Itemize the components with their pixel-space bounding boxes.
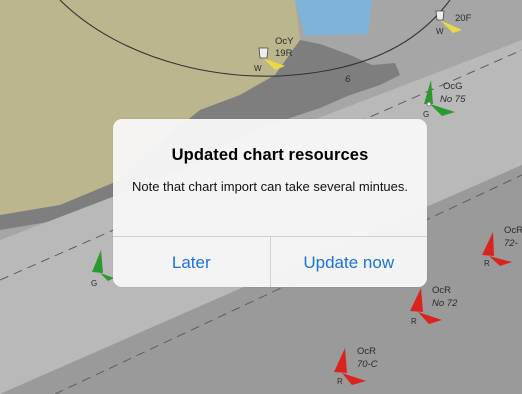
buoy-light-label: OcR — [357, 346, 376, 357]
alert-title: Updated chart resources — [171, 146, 369, 164]
buoy-number-label: No 75 — [440, 94, 466, 105]
buoy-number-label: 19R — [275, 48, 293, 59]
buoy-light-label: OcR — [432, 285, 451, 296]
buoy-color-code: W — [254, 64, 262, 73]
buoy-color-code: G — [91, 279, 97, 288]
buoy-number-label: 20F — [455, 13, 472, 24]
update-alert-dialog: Updated chart resources Note that chart … — [113, 119, 427, 287]
buoy-light-label: OcY — [275, 36, 294, 47]
alert-body: Updated chart resources Note that chart … — [113, 119, 427, 236]
buoy-color-code: R — [484, 259, 490, 268]
buoy-light-label: OcR — [504, 225, 522, 236]
buoy-color-code: R — [337, 377, 343, 386]
later-button[interactable]: Later — [113, 237, 271, 287]
alert-message: Note that chart import can take several … — [131, 179, 408, 194]
update-now-button[interactable]: Update now — [271, 237, 428, 287]
restricted-area — [295, 0, 372, 36]
buoy-number-label: 72- — [504, 238, 518, 249]
buoy-light-label: OcG — [443, 81, 463, 92]
buoy-color-code: W — [436, 27, 444, 36]
chart-screen: 6 OcY 19R W 20F W OcG No 75 G OcR 72- R … — [0, 0, 522, 394]
alert-actions: Later Update now — [113, 236, 427, 287]
sounding-label: 6 — [345, 74, 351, 85]
buoy-color-code: G — [423, 110, 429, 119]
buoy-color-code: R — [411, 317, 417, 326]
buoy-number-label: 70-C — [357, 359, 378, 370]
buoy-number-label: No 72 — [432, 298, 458, 309]
